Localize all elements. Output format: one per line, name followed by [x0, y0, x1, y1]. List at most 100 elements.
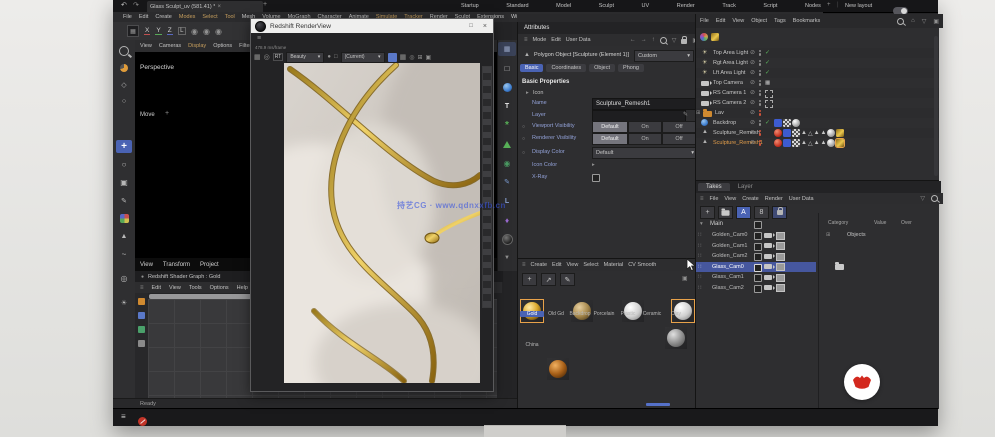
pen-tool-icon[interactable]: ✎ — [116, 194, 132, 207]
nav-up-icon[interactable]: ↑ — [652, 37, 655, 43]
layout-tab-model[interactable]: Model — [556, 3, 571, 9]
om-row-light-rgt[interactable]: ☀ Rgt Area Light ⊘ ✓ — [696, 58, 939, 68]
material-label-china[interactable]: China — [520, 342, 544, 348]
axis-l-lock[interactable]: L — [178, 27, 186, 35]
take-row-glass-cam1[interactable]: ∷ Glass_Cam1 — [696, 272, 816, 283]
renderview-titlebar[interactable]: Redshift RenderView □ × — [251, 19, 493, 33]
material-add-button[interactable]: + — [522, 273, 537, 286]
take-render-icon[interactable] — [776, 274, 785, 282]
take-row-golden-cam2[interactable]: ∷ Golden_Cam2 — [696, 251, 816, 262]
take-checkbox[interactable] — [754, 253, 762, 261]
close-icon[interactable]: × — [217, 4, 221, 10]
om-row-sculpture-remesh1[interactable]: ▲ Sculpture_Remesh1 ⊘ ▲ △ ▲ ▲ — [696, 138, 939, 148]
viewport-menu-options[interactable]: Options — [213, 43, 232, 49]
takes-col-override[interactable]: Over — [901, 220, 912, 226]
layer-toggle-icon[interactable]: ⊘ — [750, 59, 755, 66]
renderer-vis-default[interactable]: Default — [592, 133, 628, 145]
selection-tag-icon[interactable]: ▲ — [801, 130, 807, 136]
color-swatch-icon[interactable] — [116, 212, 132, 225]
menu-edit[interactable]: Edit — [139, 14, 148, 20]
node-editor-tab[interactable]: Redshift Shader Graph : Gold — [148, 274, 220, 280]
visibility-dots[interactable] — [759, 60, 761, 66]
fullscreen-icon[interactable]: ▣ — [425, 54, 431, 61]
layer-pencil-icon[interactable]: ✎ — [683, 111, 688, 118]
layer-toggle-icon[interactable]: ⊘ — [750, 79, 755, 86]
attributes-hamburger-icon[interactable]: ≡ — [524, 37, 528, 43]
enabled-check-icon[interactable]: ✓ — [765, 119, 770, 126]
material-menu-cvsmooth[interactable]: CV Smooth — [628, 262, 656, 268]
layout-tab-track[interactable]: Track — [722, 3, 736, 9]
rs-tag-icon[interactable] — [783, 139, 791, 147]
om-row-backdrop[interactable]: Backdrop ⊘ ✓ — [696, 118, 939, 128]
drag-handle-icon[interactable]: ∷ — [698, 232, 702, 238]
material-label-backdrop[interactable]: Backdrop — [568, 311, 592, 317]
material-label-oldgd[interactable]: Old Gd — [544, 311, 568, 317]
om-menu-edit[interactable]: Edit — [716, 18, 725, 24]
take-auto-button[interactable]: A — [736, 206, 751, 219]
material-tag-icon[interactable] — [792, 119, 800, 127]
selection-tag-icon[interactable]: △ — [808, 140, 813, 147]
takes-search-icon[interactable] — [931, 195, 938, 202]
tab-takes[interactable]: Takes — [698, 183, 730, 191]
new-layout-label[interactable]: New layout — [845, 3, 872, 9]
drag-handle-icon[interactable]: ∷ — [698, 285, 702, 291]
take-render-icon[interactable] — [776, 232, 785, 240]
cube-object-icon[interactable]: □ — [498, 61, 516, 75]
uv-tag-icon[interactable] — [783, 119, 791, 127]
workplane-icon[interactable]: ▦ — [127, 25, 139, 37]
take-row-glass-cam2[interactable]: ∷ Glass_Cam2 — [696, 283, 816, 294]
om-menu-file[interactable]: File — [700, 18, 709, 24]
field-object-icon[interactable]: ◉ — [498, 156, 516, 170]
menu-file[interactable]: File — [123, 14, 132, 20]
om-row-light-top[interactable]: ☀ Top Area Light ⊘ ✓ — [696, 48, 939, 58]
attributes-menu-edit[interactable]: Edit — [551, 37, 560, 43]
nav-back-icon[interactable]: ← — [630, 37, 636, 43]
menu-tool[interactable]: Tool — [225, 14, 235, 20]
menu-create[interactable]: Create — [155, 14, 172, 20]
om-row-rs-camera-1[interactable]: RS Camera 1 ⊘ — [696, 88, 939, 98]
icon-group-chevron-icon[interactable]: ▸ — [526, 90, 529, 96]
material-thumb-clay[interactable] — [665, 327, 687, 349]
om-scrollbar[interactable] — [934, 36, 938, 176]
undo-icon[interactable]: ↶ — [121, 1, 127, 9]
spline-tool-icon[interactable]: ~ — [116, 248, 132, 261]
viewport-vis-off[interactable]: Off — [662, 121, 696, 133]
rs-material-tag-icon[interactable] — [774, 139, 782, 147]
attributes-panel-title[interactable]: Attributes — [524, 25, 549, 31]
om-home-icon[interactable]: ⌂ — [911, 18, 915, 24]
gold-material-tag-icon[interactable] — [836, 129, 844, 137]
light-tool-icon[interactable]: ☀ — [116, 296, 132, 309]
visibility-dots[interactable] — [759, 110, 761, 116]
snap-icon[interactable]: ◉ — [215, 27, 222, 36]
target-tool-icon[interactable]: ◎ — [116, 272, 132, 285]
take-row-main[interactable]: ▾ Main — [696, 219, 816, 230]
menu-modes[interactable]: Modes — [179, 14, 196, 20]
keyframe-dot-icon[interactable]: ○ — [522, 150, 525, 156]
take-row-golden-cam1[interactable]: ∷ Golden_Cam1 — [696, 241, 816, 252]
take-camera-icon[interactable] — [764, 254, 772, 259]
take-folder-button[interactable] — [718, 206, 733, 219]
take-checkbox[interactable] — [754, 264, 762, 272]
add-layout-icon[interactable]: + — [827, 2, 831, 8]
grid-display-icon[interactable]: ▦ — [400, 53, 407, 61]
collapse-icon[interactable]: ▾ — [700, 221, 703, 227]
takes-menu-file[interactable]: File — [710, 196, 719, 202]
om-search-icon[interactable] — [897, 18, 904, 25]
display-color-dropdown[interactable]: Default ▾ — [592, 147, 698, 159]
take-render-icon[interactable] — [776, 284, 785, 292]
lasso-tool-icon[interactable]: ○ — [116, 95, 132, 108]
layer-toggle-icon[interactable]: ⊘ — [750, 89, 755, 96]
take-camera-icon[interactable] — [764, 285, 772, 290]
material-thumb-china[interactable] — [547, 358, 569, 380]
om-menu-tags[interactable]: Tags — [774, 18, 786, 24]
node-tool-misc-icon[interactable] — [138, 340, 145, 347]
selection-tag-icon[interactable]: ▲ — [821, 140, 827, 146]
takes-hamburger-icon[interactable]: ≡ — [700, 196, 704, 202]
layer-toggle-icon[interactable]: ⊘ — [750, 49, 755, 56]
palette-more-icon[interactable]: ▼ — [498, 251, 516, 265]
material-label-porcelain[interactable]: Porcelain — [592, 311, 616, 317]
layer-toggle-icon[interactable]: ⊘ — [750, 139, 755, 146]
take-lock-button[interactable] — [772, 206, 787, 219]
enabled-check-icon[interactable]: ✓ — [765, 49, 770, 56]
node-menu-help[interactable]: Help — [237, 285, 248, 291]
